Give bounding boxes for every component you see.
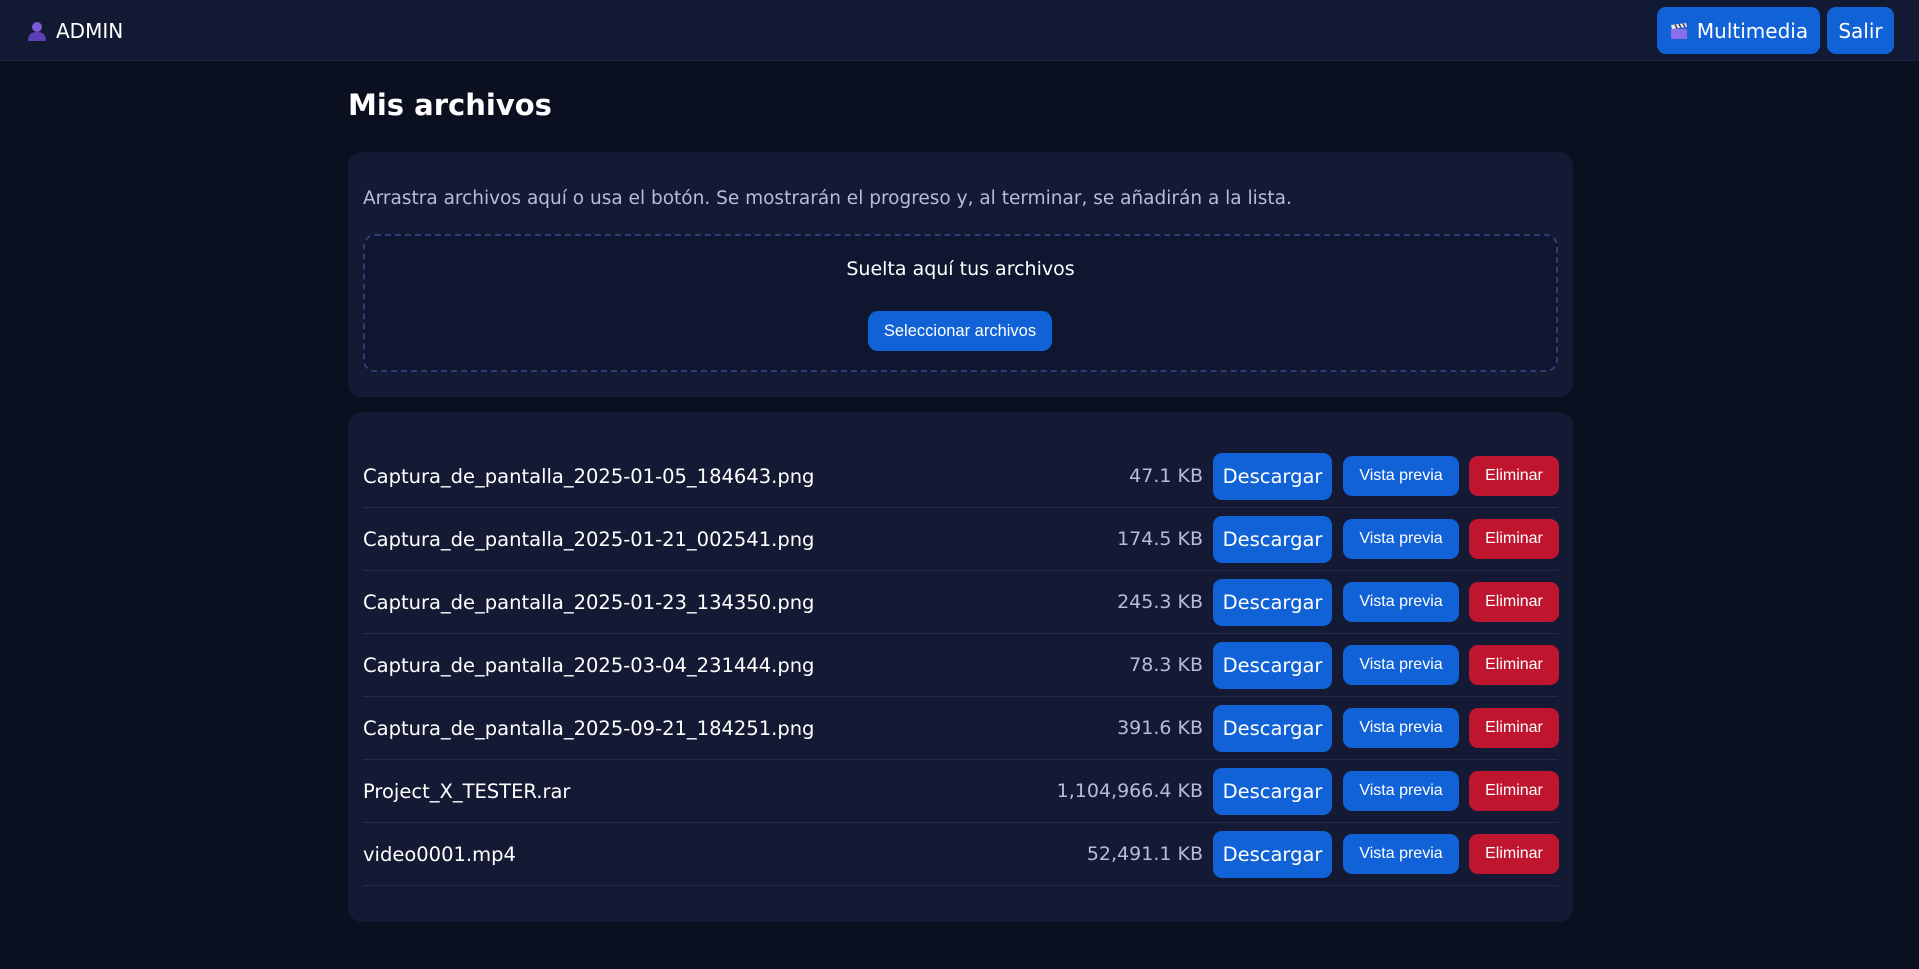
file-name: Project_X_TESTER.rar	[363, 780, 571, 803]
file-row: Project_X_TESTER.rar 1,104,966.4 KB Descar…	[363, 760, 1559, 823]
dropzone-text: Suelta aquí tus archivos	[846, 258, 1075, 280]
file-size: 78.3 KB	[1129, 654, 1203, 676]
file-name: Captura_de_pantalla_2025-01-23_134350.pn…	[363, 591, 815, 614]
upload-hint: Arrastra archivos aquí o usa el botón. S…	[363, 188, 1292, 209]
select-files-button[interactable]: Seleccionar archivos	[868, 311, 1052, 351]
download-button[interactable]: Descargar	[1213, 705, 1332, 752]
delete-button[interactable]: Eliminar	[1469, 834, 1559, 874]
file-row: Captura_de_pantalla_2025-01-05_184643.pn…	[363, 445, 1559, 508]
preview-button[interactable]: Vista previa	[1343, 834, 1459, 874]
delete-button[interactable]: Eliminar	[1469, 708, 1559, 748]
file-size: 47.1 KB	[1129, 465, 1203, 487]
file-size: 245.3 KB	[1117, 591, 1203, 613]
file-name: video0001.mp4	[363, 843, 516, 866]
page-title: Mis archivos	[348, 88, 552, 122]
preview-button[interactable]: Vista previa	[1343, 456, 1459, 496]
delete-button[interactable]: Eliminar	[1469, 519, 1559, 559]
file-size: 1,104,966.4 KB	[1056, 780, 1203, 802]
file-row: Captura_de_pantalla_2025-03-04_231444.pn…	[363, 634, 1559, 697]
username-label: ADMIN	[56, 18, 124, 43]
clapperboard-icon	[1669, 21, 1689, 41]
file-list: Captura_de_pantalla_2025-01-05_184643.pn…	[363, 445, 1559, 886]
file-name: Captura_de_pantalla_2025-03-04_231444.pn…	[363, 654, 815, 677]
delete-button[interactable]: Eliminar	[1469, 582, 1559, 622]
file-size: 52,491.1 KB	[1086, 843, 1203, 865]
preview-button[interactable]: Vista previa	[1343, 519, 1459, 559]
file-name: Captura_de_pantalla_2025-01-21_002541.pn…	[363, 528, 815, 551]
delete-button[interactable]: Eliminar	[1469, 645, 1559, 685]
dropzone[interactable]: Suelta aquí tus archivos Seleccionar arc…	[363, 234, 1558, 372]
file-row: Captura_de_pantalla_2025-09-21_184251.pn…	[363, 697, 1559, 760]
file-row: video0001.mp4 52,491.1 KB Descargar Vista p…	[363, 823, 1559, 886]
file-name: Captura_de_pantalla_2025-01-05_184643.pn…	[363, 465, 815, 488]
file-size: 174.5 KB	[1117, 528, 1203, 550]
top-navbar: ADMIN Multimedia Salir	[0, 0, 1919, 61]
download-button[interactable]: Descargar	[1213, 831, 1332, 878]
preview-button[interactable]: Vista previa	[1343, 645, 1459, 685]
download-button[interactable]: Descargar	[1213, 453, 1332, 500]
user-icon	[26, 20, 48, 42]
preview-button[interactable]: Vista previa	[1343, 708, 1459, 748]
preview-button[interactable]: Vista previa	[1343, 771, 1459, 811]
download-button[interactable]: Descargar	[1213, 579, 1332, 626]
multimedia-button[interactable]: Multimedia	[1657, 7, 1820, 54]
delete-button[interactable]: Eliminar	[1469, 456, 1559, 496]
download-button[interactable]: Descargar	[1213, 516, 1332, 563]
delete-button[interactable]: Eliminar	[1469, 771, 1559, 811]
user-badge: ADMIN	[26, 0, 123, 61]
preview-button[interactable]: Vista previa	[1343, 582, 1459, 622]
file-name: Captura_de_pantalla_2025-09-21_184251.pn…	[363, 717, 815, 740]
file-row: Captura_de_pantalla_2025-01-23_134350.pn…	[363, 571, 1559, 634]
download-button[interactable]: Descargar	[1213, 642, 1332, 689]
multimedia-label: Multimedia	[1696, 18, 1809, 43]
file-row: Captura_de_pantalla_2025-01-21_002541.pn…	[363, 508, 1559, 571]
logout-button[interactable]: Salir	[1827, 7, 1894, 54]
file-size: 391.6 KB	[1117, 717, 1203, 739]
file-list-panel: Captura_de_pantalla_2025-01-05_184643.pn…	[348, 412, 1573, 922]
upload-panel: Arrastra archivos aquí o usa el botón. S…	[348, 152, 1573, 397]
download-button[interactable]: Descargar	[1213, 768, 1332, 815]
